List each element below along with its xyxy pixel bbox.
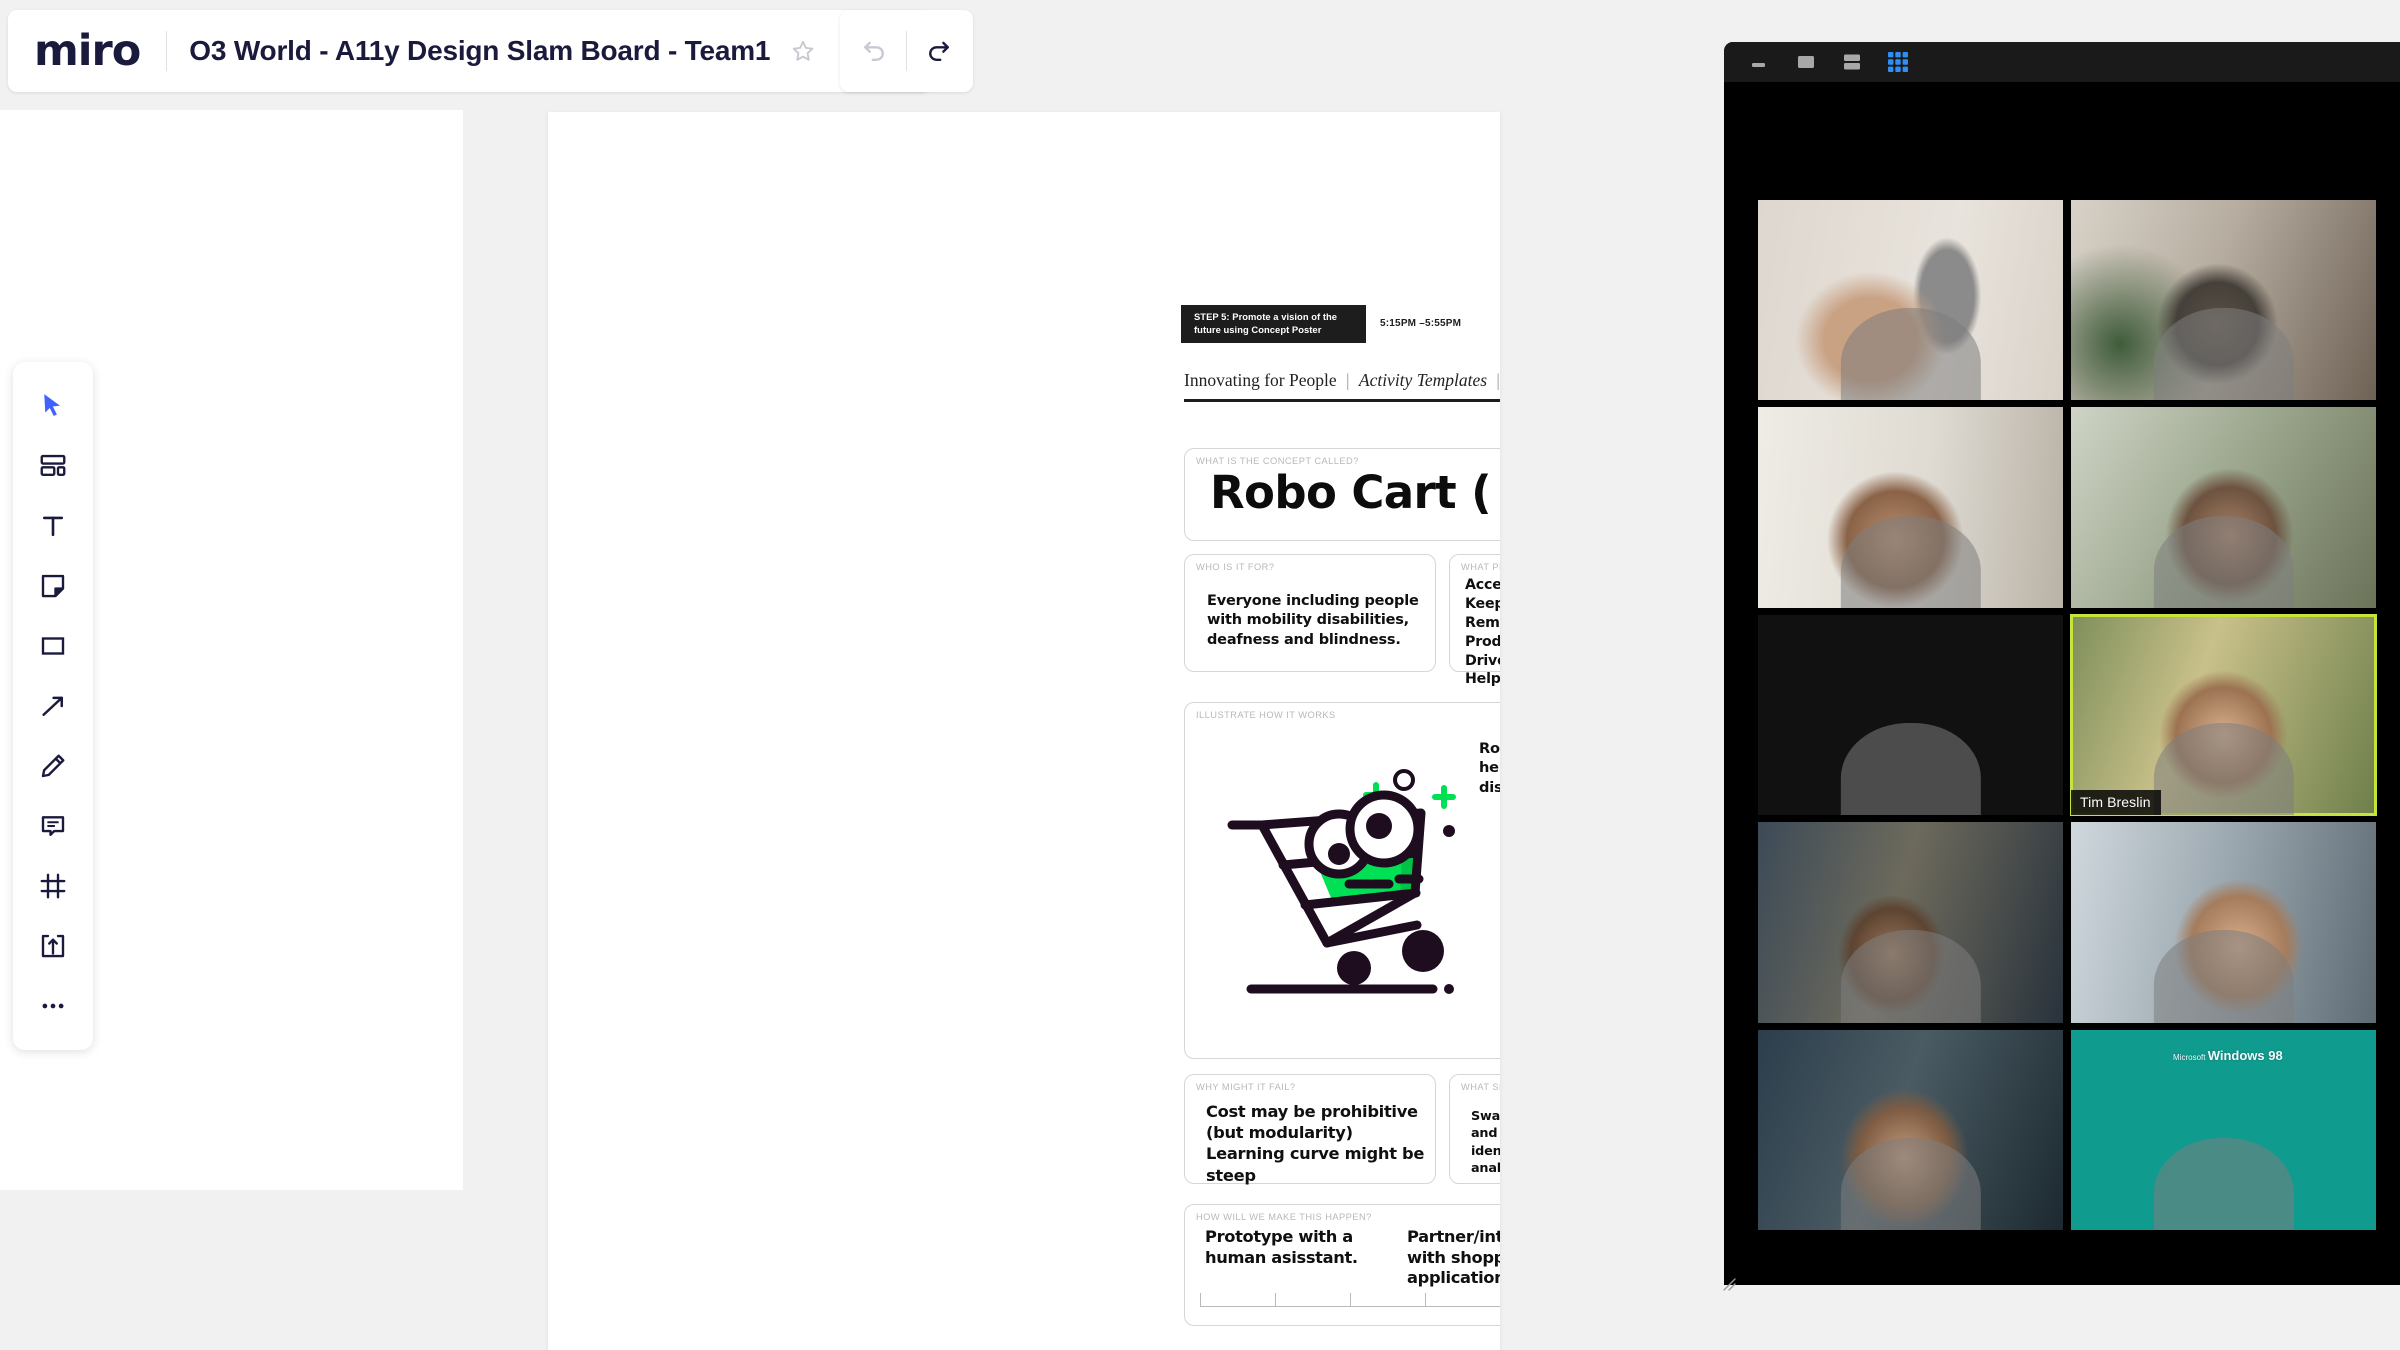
grid-view-button[interactable] — [1884, 48, 1912, 76]
problem-card-line: Removes checkout lines — [1465, 614, 1500, 633]
timeline-steps: Prototype with a human asisstant.Partner… — [1185, 1205, 1500, 1325]
arrow-tool[interactable] — [23, 676, 83, 736]
problem-card[interactable]: WHAT PROBLEM DOES IT SOLVE? Accessibilit… — [1449, 554, 1500, 672]
illustrate-card-text: Robo Cart is a modular smart shopping as… — [1479, 739, 1500, 1028]
illustrate-card-label: ILLUSTRATE HOW IT WORKS — [1196, 710, 1336, 720]
breadcrumb-part-2: Activity Templates — [1359, 370, 1487, 390]
minimize-view-button[interactable] — [1746, 48, 1774, 76]
video-tile-6[interactable]: Tim Breslin — [2071, 615, 2376, 815]
illustrate-card[interactable]: ILLUSTRATE HOW IT WORKS — [1184, 702, 1500, 1059]
who-is-it-for-card[interactable]: WHO IS IT FOR? Everyone including people… — [1184, 554, 1436, 672]
video-tile-grid: Tim Breslin Microsoft Windows 98 — [1758, 200, 2376, 1230]
problem-card-label: WHAT PROBLEM DOES IT SOLVE? — [1461, 562, 1500, 572]
board-title[interactable]: O3 World - A11y Design Slam Board - Team… — [189, 35, 770, 67]
header-rule — [1184, 399, 1500, 402]
video-tile-1[interactable] — [1758, 200, 2063, 400]
timeline-tick — [1350, 1293, 1351, 1307]
step-time: 5:15PM –5:55PM — [1380, 318, 1461, 329]
timeline-tick — [1425, 1293, 1426, 1307]
participant-silhouette — [1840, 930, 1980, 1022]
panel-resize-handle[interactable] — [1722, 1277, 1736, 1291]
timeline-step: Partner/integrate with shopping list app… — [1407, 1227, 1500, 1289]
breadcrumb-part-1: Innovating for People — [1184, 370, 1337, 390]
concept-name-value: Robo Cart ( aka Smart Cart) — [1210, 470, 1500, 515]
participant-silhouette — [1840, 516, 1980, 608]
participant-silhouette — [2153, 1138, 2293, 1230]
redo-icon[interactable] — [913, 25, 965, 77]
shopping-cart-illustration — [1199, 753, 1489, 1013]
divider — [166, 31, 167, 71]
why-fail-card-value: Cost may be prohibitive (but modularity)… — [1206, 1101, 1434, 1186]
problem-card-line: Keeps aisles clear — [1465, 595, 1500, 614]
participant-silhouette — [2153, 930, 2293, 1022]
participant-silhouette — [2153, 308, 2293, 400]
breadcrumb-separator: | — [1346, 370, 1350, 390]
star-icon[interactable] — [786, 34, 820, 68]
comment-tool[interactable] — [23, 796, 83, 856]
timeline-step: Prototype with a human asisstant. — [1205, 1227, 1401, 1268]
video-tile-7[interactable] — [1758, 822, 2063, 1022]
problem-card-line: Drives itself — [1465, 652, 1500, 671]
prototype-card[interactable]: WHAT SHOULD WE PROTOTYPE AND TEST? Swarm… — [1449, 1074, 1500, 1184]
participant-silhouette — [2153, 723, 2293, 815]
problem-card-line: Accessibility — [1465, 576, 1500, 595]
participant-name-label: Tim Breslin — [2071, 790, 2161, 815]
text-tool[interactable] — [23, 496, 83, 556]
video-tile-9[interactable] — [1758, 1030, 2063, 1230]
miro-logo[interactable]: miro — [34, 30, 144, 73]
frame-tool[interactable] — [23, 856, 83, 916]
undo-icon[interactable] — [848, 25, 900, 77]
video-tile-10[interactable]: Microsoft Windows 98 — [2071, 1030, 2376, 1230]
timeline-axis — [1200, 1293, 1500, 1307]
concept-poster-canvas[interactable]: STEP 5: Promote a vision of the future u… — [548, 112, 1500, 1350]
tools-toolbar — [13, 362, 93, 1050]
concept-name-card[interactable]: WHAT IS THE CONCEPT CALLED? Robo Cart ( … — [1184, 448, 1500, 541]
participant-silhouette — [1840, 308, 1980, 400]
single-view-button[interactable] — [1792, 48, 1820, 76]
participant-silhouette — [1840, 723, 1980, 815]
who-card-label: WHO IS IT FOR? — [1196, 562, 1274, 572]
breadcrumb-separator: | — [1496, 370, 1500, 390]
illustrate-intro: Robo Cart is a modular smart shopping as… — [1479, 739, 1500, 797]
prototype-card-label: WHAT SHOULD WE PROTOTYPE AND TEST? — [1461, 1082, 1500, 1092]
video-tile-2[interactable] — [2071, 200, 2376, 400]
problem-card-line: Helps get items from shelves — [1465, 670, 1500, 689]
divider — [906, 31, 907, 71]
participant-silhouette — [1840, 1138, 1980, 1230]
video-conference-panel[interactable]: Tim Breslin Microsoft Windows 98 — [1724, 42, 2400, 1285]
concept-card-label: WHAT IS THE CONCEPT CALLED? — [1196, 456, 1359, 466]
video-view-controls — [1724, 42, 2400, 82]
history-toolbar-group — [840, 10, 973, 92]
why-fail-card-label: WHY MIGHT IT FAIL? — [1196, 1082, 1296, 1092]
sticky-note-tool[interactable] — [23, 556, 83, 616]
why-fail-card[interactable]: WHY MIGHT IT FAIL? Cost may be prohibiti… — [1184, 1074, 1436, 1184]
participant-silhouette — [2153, 516, 2293, 608]
prototype-card-value: Swarm and collision detection and manage… — [1471, 1108, 1500, 1177]
cursor-tool[interactable] — [23, 376, 83, 436]
video-tile-5[interactable] — [1758, 615, 2063, 815]
pen-tool[interactable] — [23, 736, 83, 796]
timeline-tick — [1200, 1293, 1201, 1307]
templates-tool[interactable] — [23, 436, 83, 496]
step-banner: STEP 5: Promote a vision of the future u… — [1181, 305, 1366, 343]
video-tile-8[interactable] — [2071, 822, 2376, 1022]
video-tile-4[interactable] — [2071, 407, 2376, 607]
more-tools[interactable] — [23, 976, 83, 1036]
timeline-card[interactable]: HOW WILL WE MAKE THIS HAPPEN? Prototype … — [1184, 1204, 1500, 1326]
timeline-tick — [1275, 1293, 1276, 1307]
problem-card-line: Product pricing / location — [1465, 633, 1500, 652]
split-view-button[interactable] — [1838, 48, 1866, 76]
upload-tool[interactable] — [23, 916, 83, 976]
breadcrumb: Innovating for People | Activity Templat… — [1184, 370, 1500, 391]
board-toolbar-group: miro O3 World - A11y Design Slam Board -… — [8, 10, 931, 92]
video-tile-3[interactable] — [1758, 407, 2063, 607]
who-card-value: Everyone including people with mobility … — [1207, 592, 1425, 650]
windows-98-background-text: Microsoft Windows 98 — [2173, 1048, 2283, 1063]
problem-card-list: AccessibilityKeeps aisles clearRemoves c… — [1465, 576, 1500, 689]
shape-tool[interactable] — [23, 616, 83, 676]
